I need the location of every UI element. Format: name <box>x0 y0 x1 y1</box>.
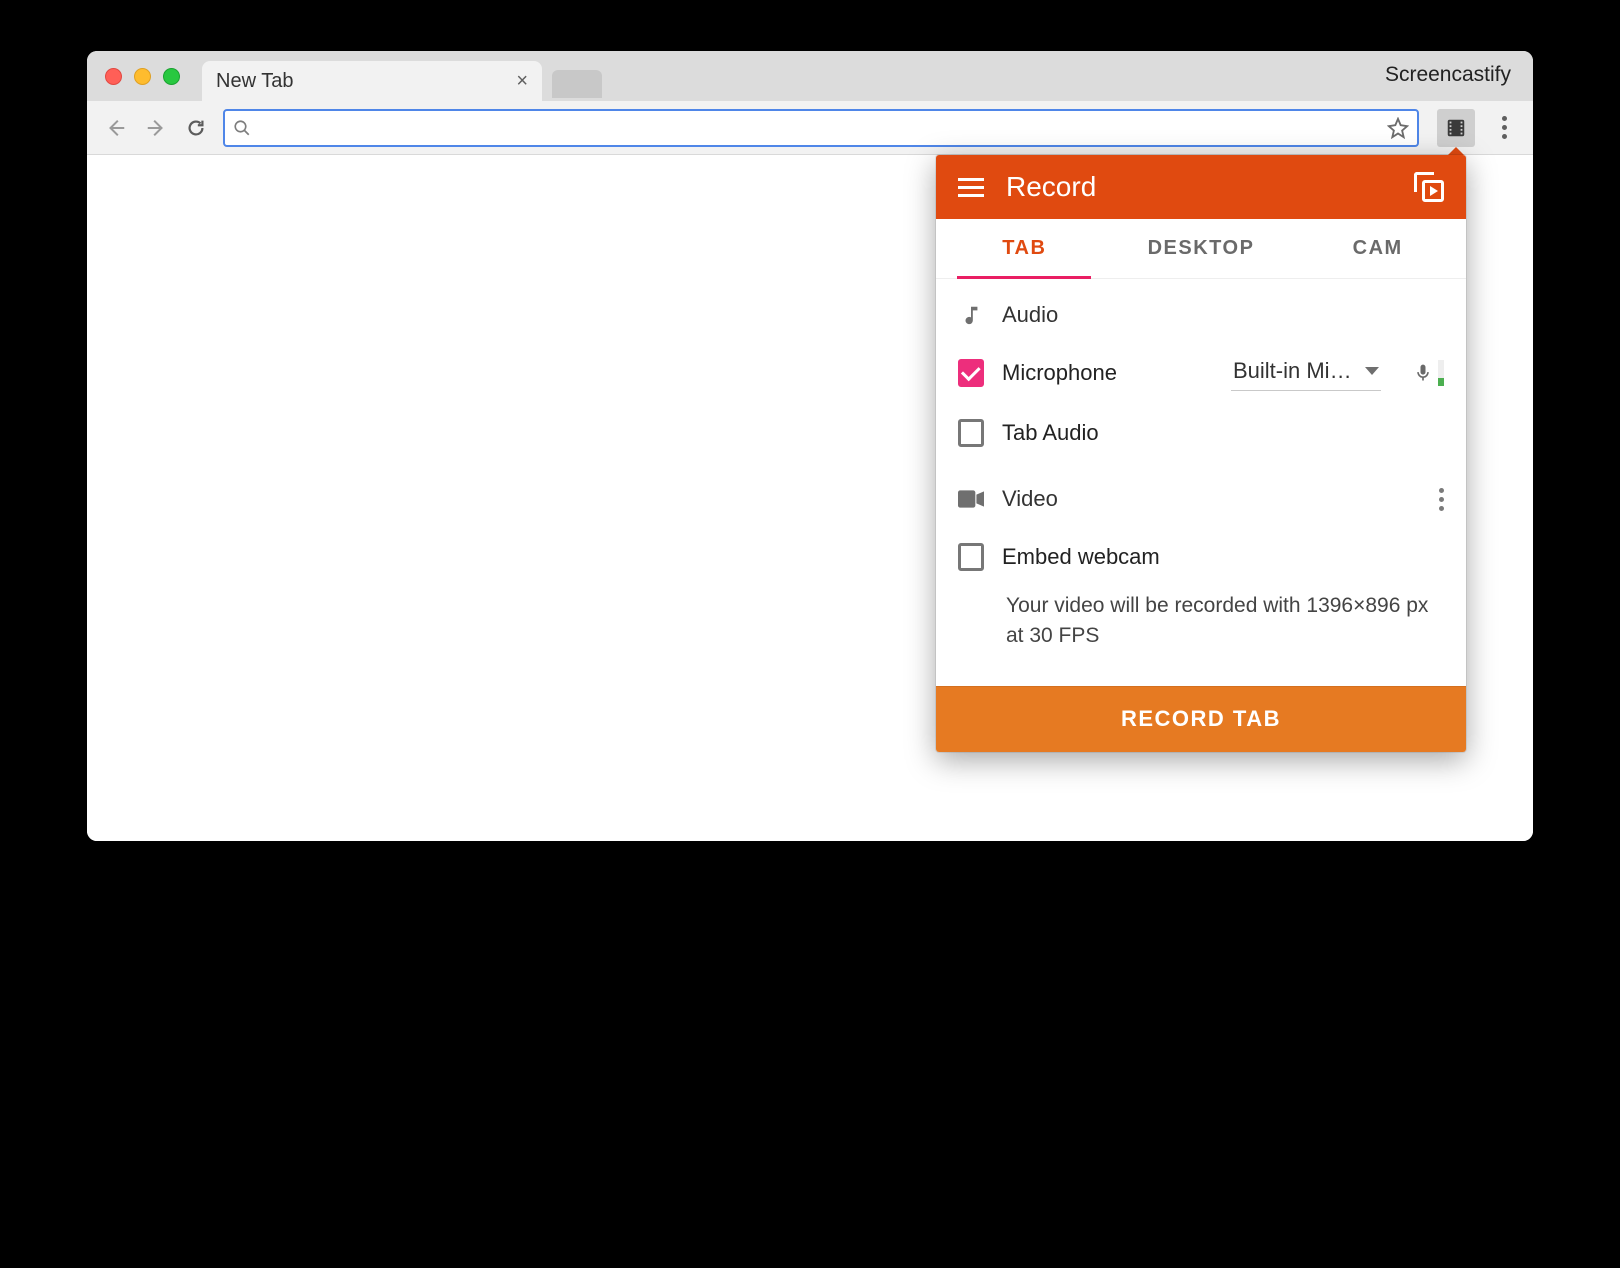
new-tab-button[interactable] <box>552 70 602 98</box>
microphone-device-value: Built-in Mi… <box>1233 358 1352 384</box>
browser-tab[interactable]: New Tab × <box>202 61 542 101</box>
microphone-level-meter <box>1413 360 1444 386</box>
kebab-icon <box>1439 488 1444 493</box>
embed-webcam-row: Embed webcam <box>958 527 1444 587</box>
close-tab-button[interactable]: × <box>516 70 528 93</box>
video-section-header: Video <box>958 471 1444 527</box>
microphone-icon <box>1413 360 1433 386</box>
menu-button[interactable] <box>958 178 984 197</box>
chevron-down-icon <box>1365 367 1379 375</box>
reload-icon <box>185 117 207 139</box>
bookmark-button[interactable] <box>1387 117 1409 139</box>
video-options-button[interactable] <box>1439 488 1444 511</box>
tab-audio-row: Tab Audio <box>958 403 1444 463</box>
forward-button[interactable] <box>139 111 173 145</box>
tab-audio-checkbox[interactable] <box>958 419 984 447</box>
hamburger-icon <box>958 178 984 181</box>
record-tab-button[interactable]: RECORD TAB <box>936 686 1466 752</box>
film-icon <box>1445 117 1467 139</box>
reload-button[interactable] <box>179 111 213 145</box>
mode-tab-cam[interactable]: CAM <box>1289 219 1466 278</box>
window-controls <box>105 68 180 85</box>
video-camera-icon <box>958 489 984 509</box>
microphone-row: Microphone Built-in Mi… <box>958 343 1444 403</box>
screencastify-extension-button[interactable] <box>1437 109 1475 147</box>
search-icon <box>233 119 251 137</box>
recording-hint: Your video will be recorded with 1396×89… <box>958 587 1444 668</box>
audio-section-label: Audio <box>1002 302 1058 328</box>
arrow-right-icon <box>145 117 167 139</box>
close-window-button[interactable] <box>105 68 122 85</box>
popup-title: Record <box>1006 171 1414 203</box>
mode-tab-tab[interactable]: TAB <box>936 219 1113 278</box>
mode-tab-desktop[interactable]: DESKTOP <box>1113 219 1290 278</box>
browser-menu-button[interactable] <box>1487 111 1521 145</box>
embed-webcam-label: Embed webcam <box>1002 544 1160 570</box>
microphone-device-dropdown[interactable]: Built-in Mi… <box>1231 356 1381 391</box>
address-bar[interactable] <box>223 109 1419 147</box>
tab-title: New Tab <box>216 70 516 93</box>
watermark-label: Screencastify <box>1385 63 1511 87</box>
popup-header: Record <box>936 155 1466 219</box>
maximize-window-button[interactable] <box>163 68 180 85</box>
tab-audio-label: Tab Audio <box>1002 420 1099 446</box>
browser-window: New Tab × Screencastify <box>87 51 1533 841</box>
screencastify-popup: Record TAB DESKTOP CAM Audio <box>936 155 1466 752</box>
embed-webcam-checkbox[interactable] <box>958 543 984 571</box>
video-section-label: Video <box>1002 486 1058 512</box>
record-mode-tabs: TAB DESKTOP CAM <box>936 219 1466 279</box>
recordings-library-button[interactable] <box>1414 172 1444 202</box>
audio-section-header: Audio <box>958 287 1444 343</box>
kebab-icon <box>1502 116 1507 121</box>
arrow-left-icon <box>105 117 127 139</box>
star-icon <box>1387 117 1409 139</box>
music-note-icon <box>958 303 984 327</box>
minimize-window-button[interactable] <box>134 68 151 85</box>
microphone-checkbox[interactable] <box>958 359 984 387</box>
toolbar <box>87 101 1533 155</box>
back-button[interactable] <box>99 111 133 145</box>
microphone-label: Microphone <box>1002 360 1117 386</box>
tab-bar: New Tab × Screencastify <box>87 51 1533 101</box>
url-input[interactable] <box>259 117 1387 138</box>
